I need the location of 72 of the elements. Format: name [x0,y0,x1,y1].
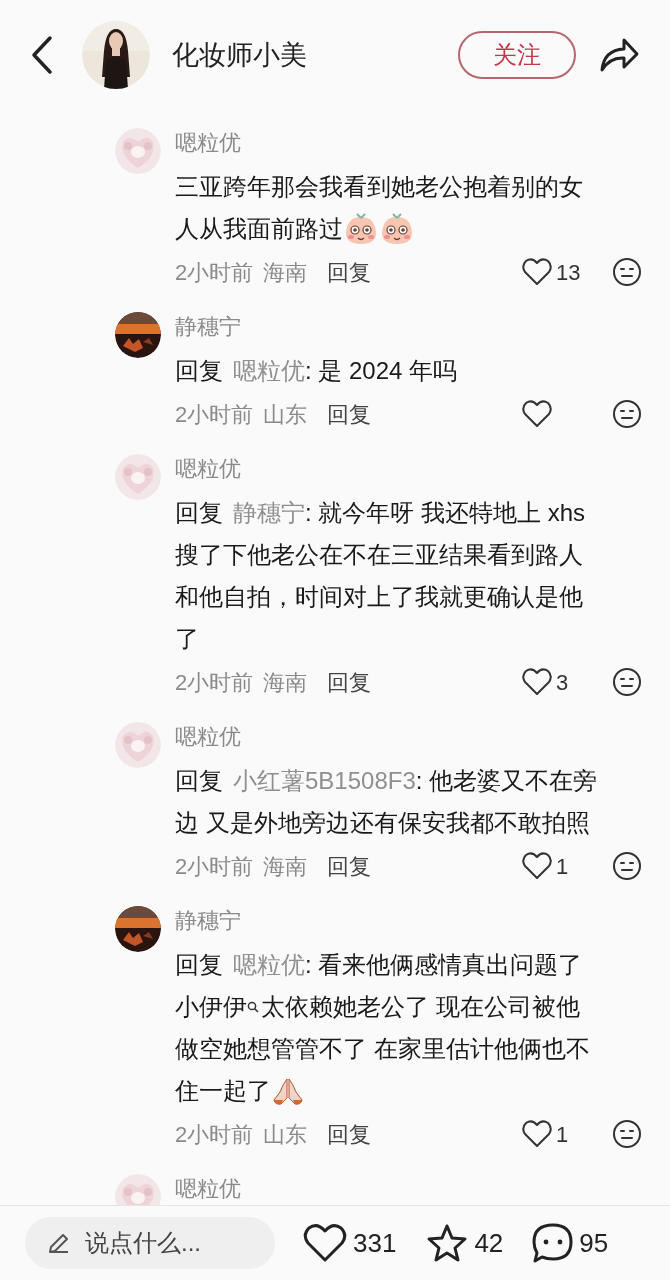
comment-text: 太依赖她老公了 现在公司被他 [261,992,580,1022]
heart-icon[interactable] [522,258,552,286]
reply-link[interactable]: 回复 [327,255,372,289]
timestamp: 2小时前 [175,400,254,429]
mentioned-username[interactable]: 嗯粒优 [233,944,305,986]
mentioned-username[interactable]: 嗯粒优 [233,350,305,392]
neutral-face-icon[interactable] [612,851,642,881]
like-count: 3 [556,668,570,697]
timestamp: 2小时前 [175,852,254,881]
heart-icon[interactable] [522,668,552,696]
comment-text: 人从我面前路过 [175,214,343,244]
username[interactable]: 嗯粒优 [175,128,642,158]
username[interactable]: 嗯粒优 [175,722,642,752]
username[interactable]: 嗯粒优 [175,1174,241,1205]
star-icon[interactable] [426,1223,469,1263]
location: 海南 [263,668,308,697]
comment-text: 了 [175,624,199,654]
reply-link[interactable]: 回复 [327,665,372,699]
reply-link[interactable]: 回复 [327,397,372,431]
username[interactable]: 嗯粒优 [175,454,642,484]
mentioned-username[interactable]: 静穗宁 [233,492,305,534]
comment-count: 95 [579,1226,609,1260]
comment-text: : 他老婆又不在旁 [415,766,598,796]
blush-face-icon [379,213,415,245]
comment-text: 和他自拍，时间对上了我就更确认是他 [175,582,583,612]
location: 山东 [263,1120,308,1149]
neutral-face-icon[interactable] [612,1119,642,1149]
pencil-icon [47,1231,71,1255]
comment-text: : 就今年呀 我还特地上 xhs [305,498,586,528]
comment-text: : 看来他俩感情真出问题了 [305,950,583,980]
username[interactable]: 静穗宁 [175,312,642,342]
comment-text: 做空她想管管不了 在家里估计他俩也不 [175,1034,590,1064]
comment-text: 住一起了 [175,1076,271,1106]
location: 山东 [263,400,308,429]
comment-text: 边 又是外地旁边还有保安我都不敢拍照 [175,808,590,838]
reply-label: 回复 [175,498,223,528]
neutral-face-icon[interactable] [612,667,642,697]
back-icon[interactable] [30,35,54,75]
mentioned-username[interactable]: 小红薯5B1508F3 [233,760,416,802]
praying-hands-icon [271,1076,305,1106]
author-name: 化妆师小美 [172,38,308,72]
timestamp: 2小时前 [175,258,254,287]
search-icon[interactable] [247,1001,259,1013]
reply-label: 回复 [175,766,223,796]
neutral-face-icon[interactable] [612,399,642,429]
heart-icon[interactable] [303,1223,347,1263]
reply-label: 回复 [175,356,223,386]
comment-text: 三亚跨年那会我看到她老公抱着别的女 [175,172,583,202]
like-count: 1 [556,852,570,881]
heart-icon[interactable] [522,1120,552,1148]
share-icon[interactable] [598,36,640,74]
reply-link[interactable]: 回复 [327,1117,372,1151]
heart-icon[interactable] [522,852,552,880]
comment-text: 搜了下他老公在不在三亚结果看到路人 [175,540,583,570]
heart-icon[interactable] [522,400,552,428]
neutral-face-icon[interactable] [612,257,642,287]
comment-text: : 是 2024 年吗 [305,356,458,386]
follow-button[interactable]: 关注 [458,31,576,79]
reply-label: 回复 [175,950,223,980]
like-count: 1 [556,1120,570,1149]
comment-text: 小伊伊 [175,992,247,1022]
like-count: 13 [556,258,582,287]
star-count: 42 [474,1226,504,1260]
timestamp: 2小时前 [175,1120,254,1149]
reply-link[interactable]: 回复 [327,849,372,883]
blush-face-icon [343,213,379,245]
timestamp: 2小时前 [175,668,254,697]
comment-input[interactable]: 说点什么... [25,1217,275,1269]
location: 海南 [263,258,308,287]
username[interactable]: 静穗宁 [175,906,642,936]
location: 海南 [263,852,308,881]
like-count: 331 [353,1226,397,1260]
